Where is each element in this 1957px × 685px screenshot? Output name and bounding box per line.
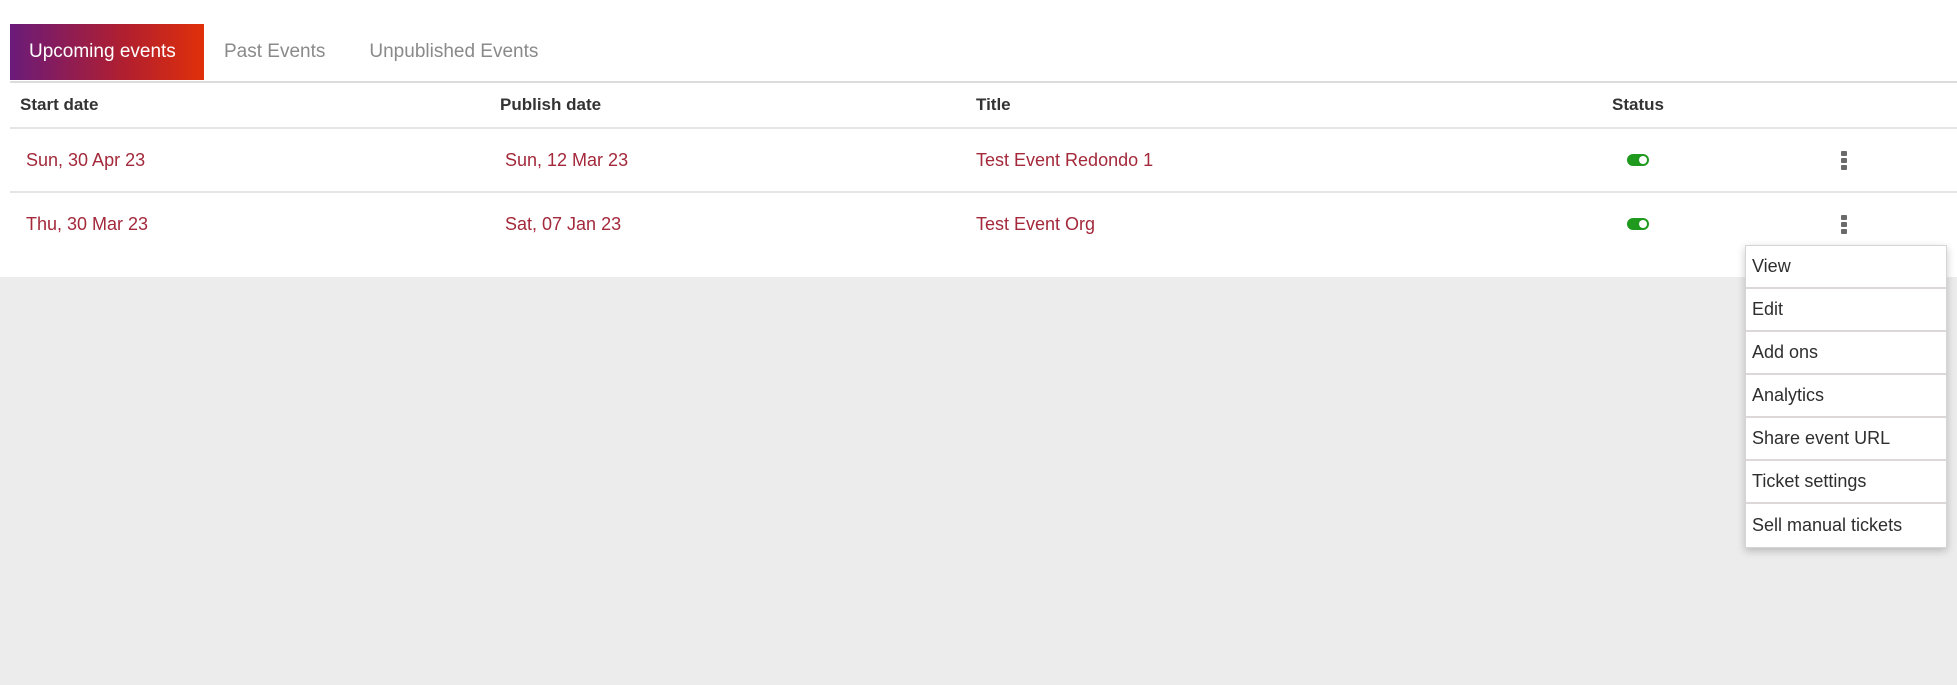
column-header-start-date[interactable]: Start date (20, 83, 98, 127)
event-actions-menu: View Edit Add ons Analytics Share event … (1745, 245, 1947, 548)
status-toggle[interactable] (1627, 218, 1649, 230)
menu-item-view[interactable]: View (1746, 246, 1946, 289)
table-row: Sun, 30 Apr 23 Sun, 12 Mar 23 Test Event… (10, 129, 1957, 193)
menu-item-add-ons[interactable]: Add ons (1746, 332, 1946, 375)
kebab-menu-icon[interactable] (1838, 149, 1850, 172)
table-header: Start date Publish date Title Status (10, 83, 1957, 129)
menu-item-edit[interactable]: Edit (1746, 289, 1946, 332)
events-panel: Upcoming events Past Events Unpublished … (0, 0, 1957, 277)
event-title-link[interactable]: Test Event Redondo 1 (976, 129, 1153, 191)
menu-item-share-event-url[interactable]: Share event URL (1746, 418, 1946, 461)
menu-item-sell-manual-tickets[interactable]: Sell manual tickets (1746, 504, 1946, 547)
event-tabs: Upcoming events Past Events Unpublished … (10, 24, 1957, 80)
start-date-link[interactable]: Sun, 30 Apr 23 (26, 129, 145, 191)
events-table: Start date Publish date Title Status Sun… (10, 83, 1957, 255)
tab-past-events[interactable]: Past Events (224, 24, 325, 80)
tab-upcoming-events[interactable]: Upcoming events (10, 24, 204, 80)
column-header-publish-date[interactable]: Publish date (500, 83, 601, 127)
start-date-link[interactable]: Thu, 30 Mar 23 (26, 193, 148, 255)
status-toggle[interactable] (1627, 154, 1649, 166)
table-row: Thu, 30 Mar 23 Sat, 07 Jan 23 Test Event… (10, 193, 1957, 255)
publish-date-link[interactable]: Sat, 07 Jan 23 (505, 193, 621, 255)
tab-unpublished-events[interactable]: Unpublished Events (369, 24, 538, 80)
kebab-menu-icon[interactable] (1838, 213, 1850, 236)
column-header-status[interactable]: Status (1612, 83, 1664, 127)
event-title-link[interactable]: Test Event Org (976, 193, 1095, 255)
actions-cell (1838, 129, 1850, 191)
publish-date-link[interactable]: Sun, 12 Mar 23 (505, 129, 628, 191)
column-header-title[interactable]: Title (976, 83, 1011, 127)
menu-item-ticket-settings[interactable]: Ticket settings (1746, 461, 1946, 504)
menu-item-analytics[interactable]: Analytics (1746, 375, 1946, 418)
status-cell (1627, 129, 1649, 191)
status-cell (1627, 193, 1649, 255)
